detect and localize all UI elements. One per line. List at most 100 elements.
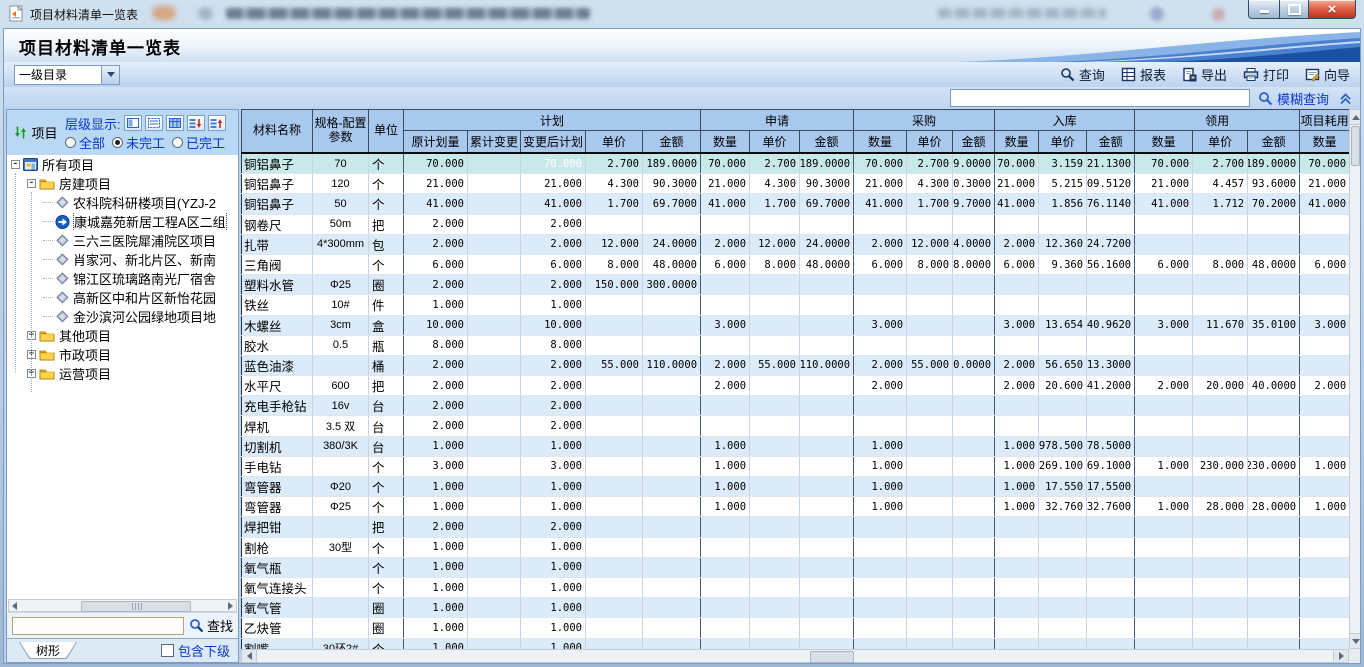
table-cell[interactable] [1248,214,1300,234]
table-cell[interactable] [800,315,854,335]
table-cell[interactable]: 40.0000 [1248,376,1300,396]
table-cell[interactable]: 把 [369,517,404,537]
table-cell[interactable] [468,416,521,436]
table-cell[interactable] [1248,436,1300,456]
table-cell[interactable] [1248,517,1300,537]
table-cell[interactable] [1087,598,1135,618]
table-cell[interactable]: 1.000 [521,557,586,577]
table-cell[interactable] [854,577,907,597]
table-cell[interactable] [701,396,750,416]
table-cell[interactable]: 1.000 [521,497,586,517]
scroll-right-icon[interactable] [228,602,233,610]
table-row[interactable]: 氧气连接头个1.0001.000 [242,577,1350,597]
column-header[interactable]: 累计变更 [468,131,521,154]
table-row[interactable]: 手电钻个3.0003.0001.0001.0001.000269.100269.… [242,456,1350,476]
table-cell[interactable]: 8.000 [907,254,953,274]
table-cell[interactable] [468,537,521,557]
filter-radio-unfinished[interactable]: 未完工 [112,133,165,152]
table-cell[interactable] [701,557,750,577]
table-cell[interactable] [701,335,750,355]
table-cell[interactable]: 35.0100 [1248,315,1300,335]
table-cell[interactable]: 13.654 [1039,315,1087,335]
table-cell[interactable] [468,315,521,335]
chevron-down-icon[interactable] [101,66,119,84]
catalog-select[interactable]: 一级目录 [14,65,120,85]
table-cell[interactable]: 17.550 [1039,477,1087,497]
table-cell[interactable]: 189.0000 [1248,153,1300,174]
table-cell[interactable]: 12.360 [1039,234,1087,254]
table-cell[interactable] [1039,335,1087,355]
table-cell[interactable]: 3.000 [521,456,586,476]
table-cell[interactable] [1300,234,1350,254]
table-cell[interactable]: 12.000 [907,234,953,254]
table-cell[interactable]: 12.000 [750,234,800,254]
table-cell[interactable] [854,335,907,355]
table-cell[interactable] [907,315,953,335]
table-cell[interactable] [313,557,369,577]
table-cell[interactable]: 24.0000 [643,234,701,254]
table-cell[interactable] [1248,335,1300,355]
table-cell[interactable] [1300,537,1350,557]
table-cell[interactable]: 6.000 [1300,254,1350,274]
table-cell[interactable] [995,275,1039,295]
table-cell[interactable] [1135,355,1193,375]
table-cell[interactable]: 包 [369,234,404,254]
table-cell[interactable]: 70.000 [995,153,1039,174]
table-cell[interactable]: 1.000 [995,436,1039,456]
table-cell[interactable]: 1.000 [404,295,468,315]
table-cell[interactable]: 17.5500 [1087,477,1135,497]
table-cell[interactable] [854,396,907,416]
table-cell[interactable] [313,598,369,618]
table-cell[interactable]: 2.000 [521,517,586,537]
table-cell[interactable]: 600 [313,376,369,396]
table-cell[interactable] [1300,416,1350,436]
table-cell[interactable] [643,396,701,416]
table-cell[interactable]: 件 [369,295,404,315]
table-cell[interactable]: 6.000 [995,254,1039,274]
table-cell[interactable]: 70.000 [521,153,586,174]
table-cell[interactable] [468,456,521,476]
table-cell[interactable] [313,456,369,476]
table-row[interactable]: 切割机380/3K台1.0001.0001.0001.0001.000978.5… [242,436,1350,456]
fuzzy-search-button[interactable]: 模糊查询 [1258,89,1329,108]
table-cell[interactable] [1193,396,1248,416]
table-cell[interactable] [953,396,995,416]
table-cell[interactable]: 32.760 [1039,497,1087,517]
table-cell[interactable]: 28.000 [1193,497,1248,517]
table-cell[interactable]: 70.000 [854,153,907,174]
table-cell[interactable]: 1.000 [854,436,907,456]
table-cell[interactable]: 2.000 [854,234,907,254]
table-cell[interactable]: 1.000 [404,477,468,497]
table-cell[interactable]: 圈 [369,598,404,618]
table-cell[interactable] [701,214,750,234]
table-cell[interactable] [701,416,750,436]
table-cell[interactable]: 充电手枪钻 [242,396,313,416]
table-cell[interactable] [1087,618,1135,638]
table-cell[interactable]: 把 [369,214,404,234]
table-cell[interactable] [750,376,800,396]
table-cell[interactable] [468,355,521,375]
table-cell[interactable]: 2.000 [1135,376,1193,396]
table-cell[interactable] [1087,537,1135,557]
collapse-panel-button[interactable] [1339,92,1352,105]
table-cell[interactable] [643,517,701,537]
table-cell[interactable]: 20.000 [1193,376,1248,396]
table-cell[interactable]: 盒 [369,315,404,335]
table-cell[interactable]: 269.1000 [1087,456,1135,476]
table-cell[interactable]: 70.000 [404,153,468,174]
table-cell[interactable] [586,335,643,355]
table-cell[interactable] [1087,416,1135,436]
table-cell[interactable]: 个 [369,577,404,597]
table-cell[interactable] [953,436,995,456]
table-cell[interactable]: 9.360 [1039,254,1087,274]
column-header[interactable]: 数量 [1135,131,1193,154]
wizard-button[interactable]: 向导 [1305,65,1350,84]
table-cell[interactable]: 乙炔管 [242,618,313,638]
table-cell[interactable]: 1.000 [404,557,468,577]
table-cell[interactable] [1087,577,1135,597]
table-cell[interactable]: 69.7000 [953,194,995,214]
table-cell[interactable]: 个 [369,254,404,274]
table-cell[interactable] [468,295,521,315]
table-cell[interactable]: 2.700 [586,153,643,174]
view-mode-1-button[interactable] [124,115,142,131]
